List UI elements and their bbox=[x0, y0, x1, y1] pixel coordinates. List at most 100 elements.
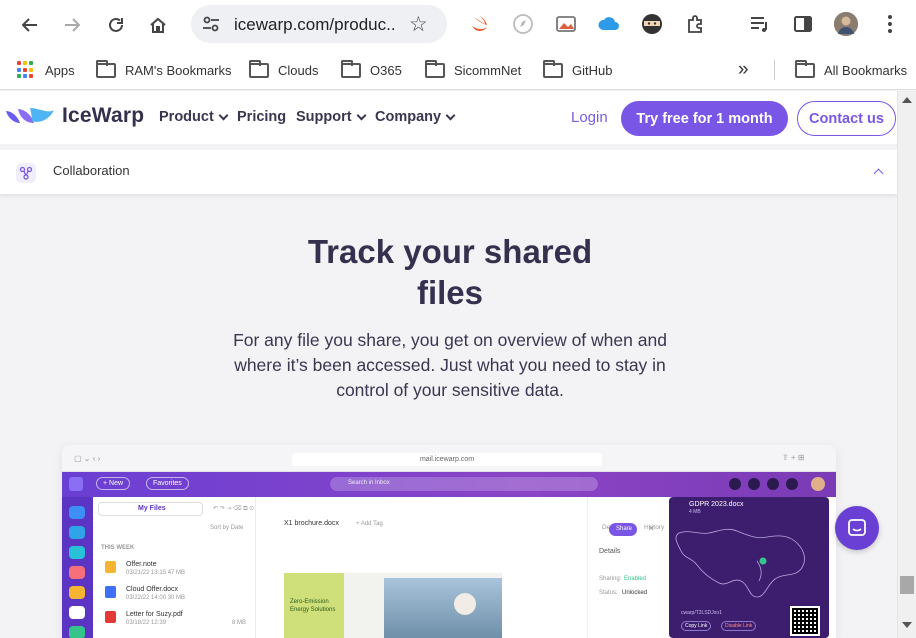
mock-file-size: 8 MB bbox=[232, 620, 247, 626]
nav-pricing[interactable]: Pricing bbox=[237, 109, 286, 125]
bookmark-rams-bookmarks[interactable]: RAM's Bookmarks bbox=[96, 59, 232, 80]
bookmarks-bar: Apps RAM's Bookmarks Clouds O365 SicommN… bbox=[0, 50, 916, 90]
media-queue-icon[interactable] bbox=[748, 12, 772, 36]
bookmark-label: GitHub bbox=[572, 62, 613, 78]
bookmark-label: All Bookmarks bbox=[824, 62, 908, 78]
chevron-up-icon[interactable] bbox=[873, 168, 884, 179]
mock-this-week: THIS WEEK bbox=[101, 545, 135, 551]
mock-brochure-image: Zero-Emission Energy Solutions bbox=[284, 573, 502, 638]
mock-search-text: Search in Inbox bbox=[348, 480, 390, 486]
nav-label: Support bbox=[296, 109, 352, 125]
mock-app-sidebar bbox=[62, 497, 93, 638]
side-panel-icon[interactable] bbox=[791, 12, 815, 36]
mock-brochure-photo bbox=[384, 578, 502, 638]
mock-details-title: Details bbox=[599, 548, 621, 555]
mock-my-files: My Files bbox=[138, 505, 166, 512]
mock-map-file: GDPR 2023.docx bbox=[689, 501, 744, 508]
extensions-puzzle-icon[interactable] bbox=[684, 12, 708, 36]
chat-icon bbox=[848, 519, 866, 536]
scroll-thumb[interactable] bbox=[900, 576, 914, 594]
swift-extension-icon[interactable] bbox=[468, 12, 492, 36]
mock-chat-app-icon bbox=[69, 546, 85, 559]
nav-product[interactable]: Product bbox=[159, 109, 229, 125]
mock-qr-code bbox=[790, 606, 820, 636]
mock-close-icon: ✕ bbox=[648, 524, 655, 533]
bookmark-clouds[interactable]: Clouds bbox=[249, 59, 318, 80]
url-text[interactable]: icewarp.com/produc... bbox=[234, 15, 394, 35]
nav-company[interactable]: Company bbox=[375, 109, 456, 125]
collaboration-label: Collaboration bbox=[53, 163, 130, 178]
section-title: Track your shared files bbox=[250, 231, 650, 313]
all-bookmarks-button[interactable]: All Bookmarks bbox=[795, 59, 908, 80]
logo-text: IceWarp bbox=[62, 104, 145, 127]
title-line-2: files bbox=[416, 274, 484, 311]
site-info-icon[interactable] bbox=[201, 14, 221, 34]
ninja-extension-icon[interactable] bbox=[640, 12, 664, 36]
mock-map-outline bbox=[675, 528, 805, 598]
address-bar[interactable]: icewarp.com/produc... ☆ bbox=[191, 5, 447, 43]
mock-favorites: Favorites bbox=[146, 477, 189, 490]
contact-us-button[interactable]: Contact us bbox=[797, 101, 896, 136]
folder-icon bbox=[341, 59, 361, 78]
nav-support[interactable]: Support bbox=[296, 109, 367, 125]
nav-label: Company bbox=[375, 109, 442, 125]
try-free-button[interactable]: Try free for 1 month bbox=[621, 101, 788, 136]
icewarp-logo[interactable]: IceWarp bbox=[4, 104, 144, 128]
kebab-menu-icon[interactable] bbox=[878, 12, 902, 36]
reload-icon[interactable] bbox=[101, 10, 131, 40]
folder-icon bbox=[543, 59, 563, 78]
product-screenshot: ▢ ⌄ ‹ › mail.icewarp.com ⇪ + ⊞ + New Fav… bbox=[62, 445, 836, 638]
mock-notes-icon bbox=[69, 586, 85, 599]
mock-chat-icon bbox=[729, 478, 741, 490]
mock-file-meta: 03/18/22 12:39 bbox=[126, 620, 167, 626]
scroll-down-arrow-icon[interactable] bbox=[902, 622, 912, 628]
mock-note-file-icon bbox=[105, 561, 116, 573]
chevron-down-icon bbox=[218, 110, 229, 120]
forward-icon[interactable] bbox=[57, 10, 87, 40]
mock-file-meta: 03/21/22 13:15 47 MB bbox=[126, 570, 186, 576]
mock-new-button: + New bbox=[96, 477, 131, 490]
bookmark-o365[interactable]: O365 bbox=[341, 59, 402, 80]
mock-status-value: Unlocked bbox=[622, 590, 648, 596]
mock-pdf-file-icon bbox=[105, 611, 116, 623]
cloud-extension-icon[interactable] bbox=[597, 12, 621, 36]
folder-icon bbox=[425, 59, 445, 78]
mock-add-tag: + Add Tag bbox=[356, 521, 383, 527]
bookmark-label: SicommNet bbox=[454, 62, 522, 78]
title-line-1: Track your shared bbox=[307, 233, 593, 270]
more-bookmarks-button[interactable]: » bbox=[738, 59, 749, 80]
apps-grid-icon bbox=[17, 61, 35, 79]
mock-map-size: 4 MB bbox=[689, 509, 701, 515]
folder-icon bbox=[249, 59, 269, 78]
login-link[interactable]: Login bbox=[571, 109, 608, 126]
nav-label: Pricing bbox=[237, 109, 287, 125]
chevron-down-icon bbox=[356, 110, 367, 120]
mock-copy-link: Copy Link bbox=[681, 621, 712, 631]
mock-url: mail.icewarp.com bbox=[292, 453, 602, 466]
mock-status-label: Status: bbox=[599, 590, 618, 596]
chevron-down-icon bbox=[445, 110, 456, 120]
bookmark-star-icon[interactable]: ☆ bbox=[409, 12, 428, 37]
mock-details-divider bbox=[587, 497, 588, 638]
bookmark-github[interactable]: GitHub bbox=[543, 59, 613, 80]
mock-sharing-value: Enabled bbox=[624, 576, 647, 582]
gallery-extension-icon[interactable] bbox=[554, 12, 578, 36]
folder-icon bbox=[96, 59, 116, 78]
bookmark-apps[interactable]: Apps bbox=[17, 60, 75, 80]
mock-tasks-icon bbox=[69, 626, 85, 638]
nav-label: Product bbox=[159, 109, 214, 125]
mock-contacts-icon bbox=[69, 526, 85, 539]
page-scrollbar[interactable] bbox=[897, 91, 916, 638]
home-icon[interactable] bbox=[143, 10, 173, 40]
profile-avatar[interactable] bbox=[834, 12, 858, 36]
collaboration-submenu-bar[interactable]: Collaboration bbox=[0, 150, 897, 194]
mock-file-meta: 03/22/22 14:00 30 MB bbox=[126, 595, 186, 601]
mock-share-label: Share bbox=[616, 526, 633, 532]
mock-helmet bbox=[454, 593, 476, 615]
back-icon[interactable] bbox=[15, 10, 45, 40]
bookmark-sicommnet[interactable]: SicommNet bbox=[425, 59, 522, 80]
compass-extension-icon[interactable] bbox=[511, 12, 535, 36]
scroll-up-arrow-icon[interactable] bbox=[902, 97, 912, 103]
live-chat-button[interactable] bbox=[835, 506, 879, 550]
mock-camera-icon bbox=[767, 478, 779, 490]
